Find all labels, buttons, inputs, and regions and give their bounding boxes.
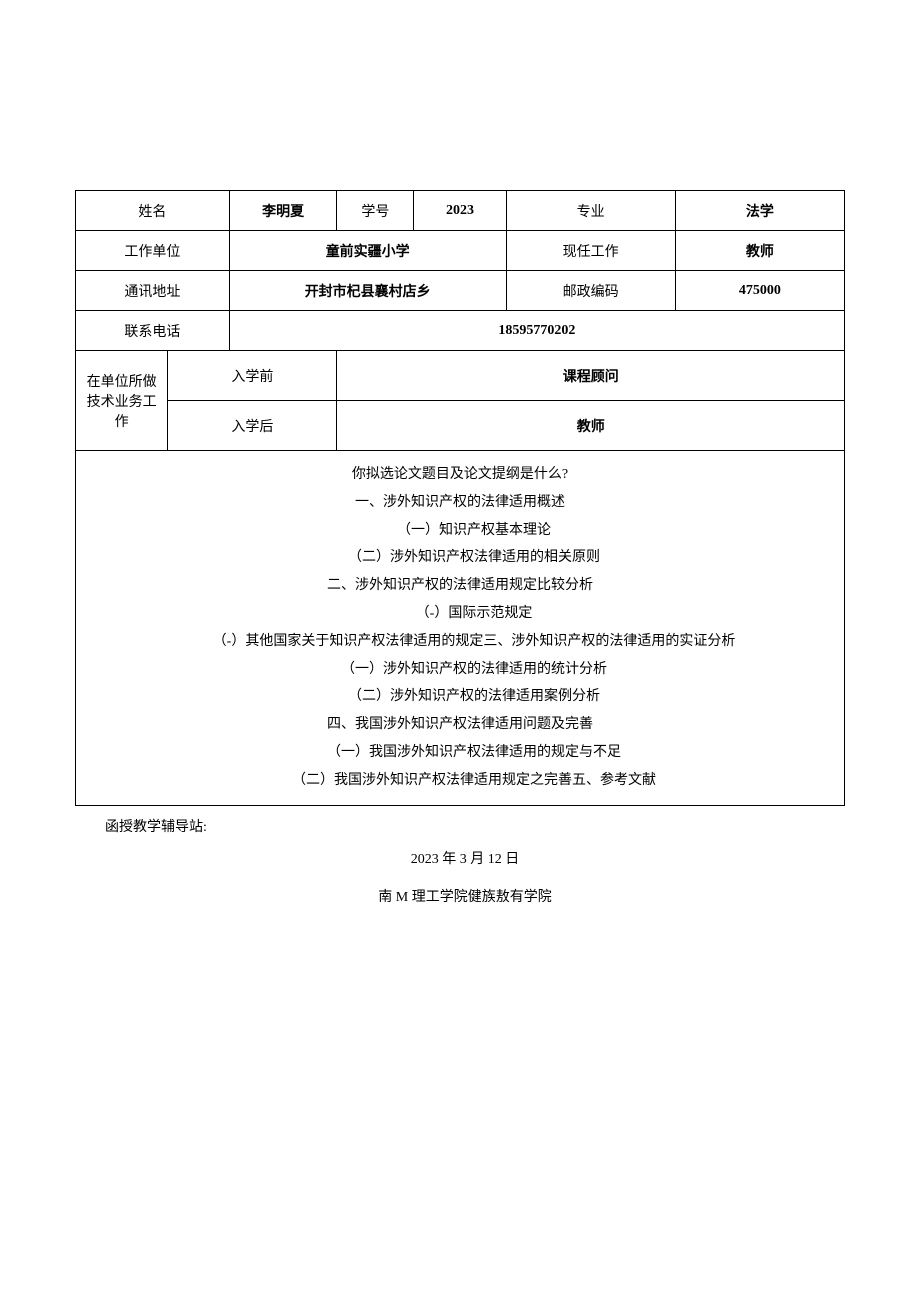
- row-workunit: 工作单位 童前实疆小学 现任工作 教师: [76, 231, 845, 271]
- tech-before-value: 课程顾问: [337, 351, 845, 401]
- post-label: 邮政编码: [506, 271, 675, 311]
- row-address: 通讯地址 开封市杞县襄村店乡 邮政编码 475000: [76, 271, 845, 311]
- outline-item: （二）涉外知识产权的法律适用案例分析: [82, 685, 838, 709]
- row-outline: 你拟选论文题目及论文提纲是什么? 一、涉外知识产权的法律适用概述 （一）知识产权…: [76, 451, 845, 806]
- outline-question: 你拟选论文题目及论文提纲是什么?: [82, 463, 838, 487]
- major-label: 专业: [506, 191, 675, 231]
- phone-label: 联系电话: [76, 311, 230, 351]
- tech-side-label: 在单位所做技术业务工作: [76, 351, 168, 451]
- name-value: 李明夏: [229, 191, 337, 231]
- post-value: 475000: [675, 271, 844, 311]
- row-phone: 联系电话 18595770202: [76, 311, 845, 351]
- major-value: 法学: [675, 191, 844, 231]
- footer: 函授教学辅导站: 2023 年 3 月 12 日 南 M 理工学院健族敖有学院: [75, 806, 845, 906]
- outline-item: 一、涉外知识产权的法律适用概述: [82, 491, 838, 515]
- outline-item: （一）知识产权基本理论: [82, 519, 838, 543]
- row-tech-before: 在单位所做技术业务工作 入学前 课程顾问: [76, 351, 845, 401]
- footer-institution: 南 M 理工学院健族敖有学院: [105, 886, 825, 906]
- outline-item: （一）我国涉外知识产权法律适用的规定与不足: [82, 741, 838, 765]
- workunit-value: 童前实疆小学: [229, 231, 506, 271]
- document-page: 姓名 李明夏 学号 2023 专业 法学 工作单位 童前实疆小学 现任工作 教师…: [0, 0, 920, 906]
- outline-item: （-）国际示范规定: [82, 602, 838, 626]
- row-tech-after: 入学后 教师: [76, 401, 845, 451]
- sid-label: 学号: [337, 191, 414, 231]
- workunit-label: 工作单位: [76, 231, 230, 271]
- footer-date: 2023 年 3 月 12 日: [105, 848, 825, 868]
- outline-item: （一）涉外知识产权的法律适用的统计分析: [82, 658, 838, 682]
- addr-label: 通讯地址: [76, 271, 230, 311]
- name-label: 姓名: [76, 191, 230, 231]
- outline-item: （-）其他国家关于知识产权法律适用的规定三、涉外知识产权的法律适用的实证分析: [82, 630, 838, 654]
- sid-value: 2023: [414, 191, 506, 231]
- footer-station: 函授教学辅导站:: [105, 816, 825, 836]
- outline-item: 四、我国涉外知识产权法律适用问题及完善: [82, 713, 838, 737]
- outline-item: （二）涉外知识产权法律适用的相关原则: [82, 546, 838, 570]
- outline-cell: 你拟选论文题目及论文提纲是什么? 一、涉外知识产权的法律适用概述 （一）知识产权…: [76, 451, 845, 806]
- form-table: 姓名 李明夏 学号 2023 专业 法学 工作单位 童前实疆小学 现任工作 教师…: [75, 190, 845, 806]
- tech-before-label: 入学前: [168, 351, 337, 401]
- addr-value: 开封市杞县襄村店乡: [229, 271, 506, 311]
- job-label: 现任工作: [506, 231, 675, 271]
- phone-value: 18595770202: [229, 311, 844, 351]
- row-name: 姓名 李明夏 学号 2023 专业 法学: [76, 191, 845, 231]
- tech-after-value: 教师: [337, 401, 845, 451]
- tech-after-label: 入学后: [168, 401, 337, 451]
- job-value: 教师: [675, 231, 844, 271]
- outline-item: 二、涉外知识产权的法律适用规定比较分析: [82, 574, 838, 598]
- outline-item: （二）我国涉外知识产权法律适用规定之完善五、参考文献: [82, 769, 838, 793]
